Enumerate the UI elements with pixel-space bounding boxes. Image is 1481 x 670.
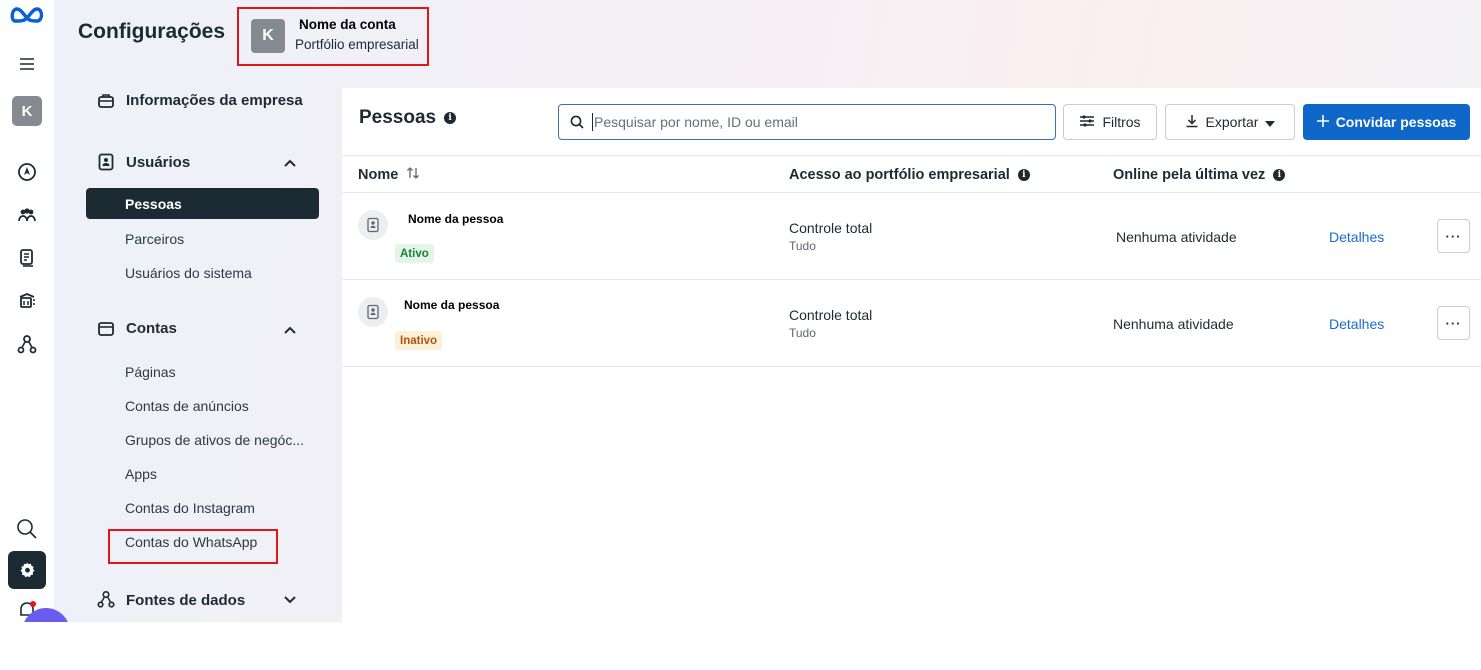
plus-icon — [1316, 114, 1329, 130]
table-row[interactable]: Nome da pessoa Ativo Controle total Tudo… — [342, 193, 1481, 280]
details-link[interactable]: Detalhes — [1329, 229, 1384, 245]
access-level: Controle total — [789, 307, 873, 323]
column-access-label: Acesso ao portfólio empresarial — [789, 167, 1010, 183]
sidebar-section-label: Usuários — [126, 153, 191, 171]
panel-title-text: Pessoas — [359, 107, 437, 128]
person-card-icon — [358, 297, 388, 327]
sidebar-item-apps[interactable]: Apps — [125, 466, 157, 482]
column-online-label: Online pela última vez — [1113, 167, 1266, 183]
person-card-icon — [358, 210, 388, 240]
briefcase-icon — [96, 93, 116, 109]
person-name: Nome da pessoa — [408, 212, 504, 226]
sidebar-section-data-sources[interactable]: Fontes de dados — [96, 590, 245, 610]
last-online: Nenhuma atividade — [1113, 316, 1234, 332]
sidebar-item-label: Informações da empresa — [126, 92, 303, 109]
access-scope: Tudo — [789, 239, 816, 253]
details-link[interactable]: Detalhes — [1329, 316, 1384, 332]
compass-icon[interactable] — [17, 162, 37, 182]
inbox-icon — [96, 321, 116, 337]
sidebar-item-people[interactable]: Pessoas — [86, 188, 319, 219]
column-name[interactable]: Nome — [358, 167, 420, 183]
sidebar-item-system-users[interactable]: Usuários do sistema — [125, 265, 252, 281]
search-box[interactable] — [558, 104, 1056, 140]
gear-icon[interactable] — [8, 551, 46, 589]
search-icon[interactable] — [16, 518, 38, 540]
sidebar-item-instagram-accounts[interactable]: Contas do Instagram — [125, 500, 255, 516]
access-scope: Tudo — [789, 326, 816, 340]
user-badge-icon — [96, 153, 116, 171]
sidebar-item-pages[interactable]: Páginas — [125, 364, 176, 380]
people-icon[interactable] — [17, 206, 37, 224]
documents-icon[interactable] — [18, 248, 36, 268]
table-row[interactable]: Nome da pessoa Inativo Controle total Tu… — [342, 280, 1481, 367]
search-icon — [570, 115, 584, 129]
person-name: Nome da pessoa — [404, 298, 500, 312]
download-icon — [1185, 114, 1199, 131]
info-icon[interactable]: i — [1017, 169, 1030, 181]
account-avatar[interactable]: K — [12, 96, 42, 126]
chevron-down-icon[interactable] — [282, 592, 298, 608]
column-name-label: Nome — [358, 167, 399, 183]
meta-logo-icon[interactable] — [10, 4, 44, 26]
people-panel: Pessoas i Filtros Exportar — [342, 88, 1481, 622]
app-window: K Configurações K Nome da conta Portfóli… — [0, 0, 1481, 622]
text-cursor — [592, 113, 593, 131]
invite-people-button[interactable]: Convidar pessoas — [1303, 104, 1470, 140]
last-online: Nenhuma atividade — [1116, 229, 1237, 245]
filters-button[interactable]: Filtros — [1063, 104, 1157, 140]
more-options-button[interactable]: ··· — [1437, 219, 1470, 253]
chevron-up-icon[interactable] — [282, 322, 298, 338]
invite-people-label: Convidar pessoas — [1335, 114, 1457, 130]
table-header: Nome Acesso ao portfólio empresarial i O… — [342, 155, 1481, 193]
sidebar-item-company-info[interactable]: Informações da empresa — [96, 92, 303, 109]
status-badge: Ativo — [395, 244, 434, 263]
settings-sidebar: Informações da empresa Usuários Pessoas … — [54, 0, 342, 622]
avatar-letter: K — [12, 96, 42, 126]
panel-title: Pessoas i — [359, 107, 457, 129]
sidebar-section-accounts[interactable]: Contas — [96, 320, 177, 337]
sidebar-section-users[interactable]: Usuários — [96, 153, 190, 171]
data-sources-icon[interactable] — [17, 334, 37, 356]
sidebar-item-partners[interactable]: Parceiros — [125, 231, 184, 247]
sidebar-item-ad-accounts[interactable]: Contas de anúncios — [125, 398, 249, 414]
export-label: Exportar — [1205, 114, 1259, 130]
chevron-up-icon[interactable] — [282, 155, 298, 171]
info-icon[interactable]: i — [444, 112, 457, 124]
sort-icon[interactable] — [406, 167, 420, 183]
column-online: Online pela última vez i — [1113, 167, 1286, 183]
status-badge: Inativo — [395, 331, 443, 350]
catalog-icon[interactable] — [17, 291, 37, 311]
access-level: Controle total — [789, 220, 873, 236]
sidebar-section-label: Fontes de dados — [126, 591, 246, 609]
export-button[interactable]: Exportar — [1165, 104, 1295, 140]
column-access: Acesso ao portfólio empresarial i — [789, 167, 1030, 183]
highlight-box — [108, 529, 278, 564]
sidebar-item-business-asset-groups[interactable]: Grupos de ativos de negóc... — [125, 432, 304, 448]
sidebar-section-label: Contas — [126, 320, 177, 337]
filters-label: Filtros — [1102, 114, 1141, 130]
sidebar-item-label: Pessoas — [125, 196, 182, 212]
caret-down-icon — [1265, 114, 1276, 130]
info-icon[interactable]: i — [1273, 169, 1286, 181]
filters-icon — [1079, 114, 1095, 131]
search-input[interactable] — [594, 114, 1034, 130]
data-sources-icon — [96, 590, 116, 610]
icon-rail: K — [0, 0, 54, 622]
menu-icon[interactable] — [18, 56, 36, 72]
more-options-button[interactable]: ··· — [1437, 306, 1470, 340]
